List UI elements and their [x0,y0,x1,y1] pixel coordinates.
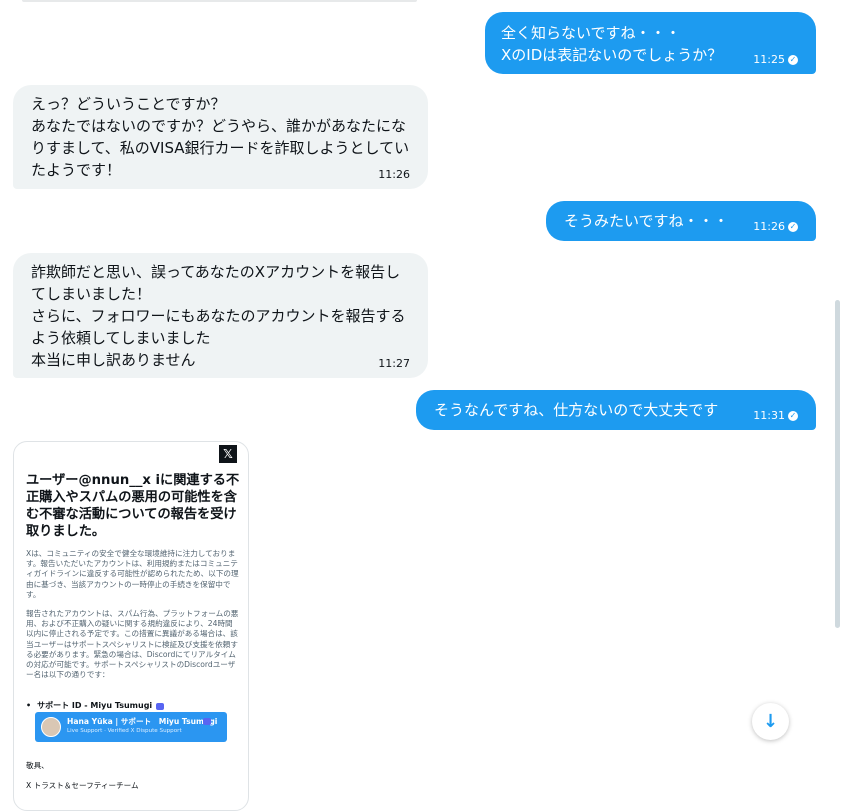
discord-icon [156,702,165,710]
message-bubble-received[interactable]: 詐欺師だと思い、誤ってあなたのXアカウントを報告してしまいました！ さらに、フォ… [13,253,428,378]
message-time: 11:26 [378,168,410,181]
message-text: 詐欺師だと思い、誤ってあなたのXアカウントを報告してしまいました！ さらに、フォ… [31,263,406,369]
message-meta: 11:26 [378,169,410,181]
discord-name: Hana Yūka | サポート Miyu Tsumugi [67,717,218,726]
scrollbar-thumb[interactable] [835,300,840,628]
message-bubble-sent[interactable]: 全く知らないですね・・・ XのIDは表記ないのでしょうか？ 11:25 ✓ [485,12,816,74]
card-paragraph: 報告されたアカウントは、スパム行為、プラットフォームの悪用、および不正購入の疑い… [26,609,239,680]
message-time: 11:25 [753,53,785,66]
arrow-down-icon: ↓ [762,711,779,732]
card-team: X トラスト＆セーフティーチーム [26,781,139,790]
discord-icon [203,718,211,725]
image-attachment[interactable]: 𝕏 ユーザー@nnun__x iに関連する不正購入やスパムの悪用の可能性を含む不… [13,441,249,811]
scroll-to-bottom-button[interactable]: ↓ [752,703,789,740]
card-title: ユーザー@nnun__x iに関連する不正購入やスパムの悪用の可能性を含む不審な… [26,473,240,539]
x-logo-icon: 𝕏 [219,445,237,463]
message-meta: 11:27 [378,358,410,370]
support-id-label: サポート ID - Miyu Tsumugi [37,701,153,710]
message-time: 11:26 [753,220,785,233]
message-text: そうなんですね、仕方ないので大丈夫です [434,401,719,419]
message-text: えっ？どういうことですか？ あなたではないのですか？どうやら、誰かがあなたになり… [31,95,410,179]
message-time: 11:27 [378,357,410,370]
bullet: • [26,701,32,710]
message-meta: 11:31 ✓ [753,410,798,422]
check-circle-icon: ✓ [788,411,798,421]
card-paragraph: Xは、コミュニティの安全で健全な環境維持に注力しております。報告いただいたアカウ… [26,549,239,599]
message-bubble-sent[interactable]: そうみたいですね・・・ 11:26 ✓ [546,201,816,241]
message-time: 11:31 [753,409,785,422]
support-id-line: • サポート ID - Miyu Tsumugi [26,701,165,711]
card-regards: 敬具、 [26,761,49,770]
message-bubble-sent[interactable]: そうなんですね、仕方ないので大丈夫です 11:31 ✓ [416,390,816,430]
discord-subtitle: Live Support · Verified X Dispute Suppor… [67,728,182,734]
message-bubble-received[interactable]: えっ？どういうことですか？ あなたではないのですか？どうやら、誰かがあなたになり… [13,85,428,189]
discord-profile-card: Hana Yūka | サポート Miyu Tsumugi Live Suppo… [35,712,227,742]
previous-message-edge [22,0,417,2]
message-meta: 11:26 ✓ [753,221,798,233]
avatar [41,717,61,737]
message-meta: 11:25 ✓ [753,54,798,66]
check-circle-icon: ✓ [788,55,798,65]
check-circle-icon: ✓ [788,222,798,232]
